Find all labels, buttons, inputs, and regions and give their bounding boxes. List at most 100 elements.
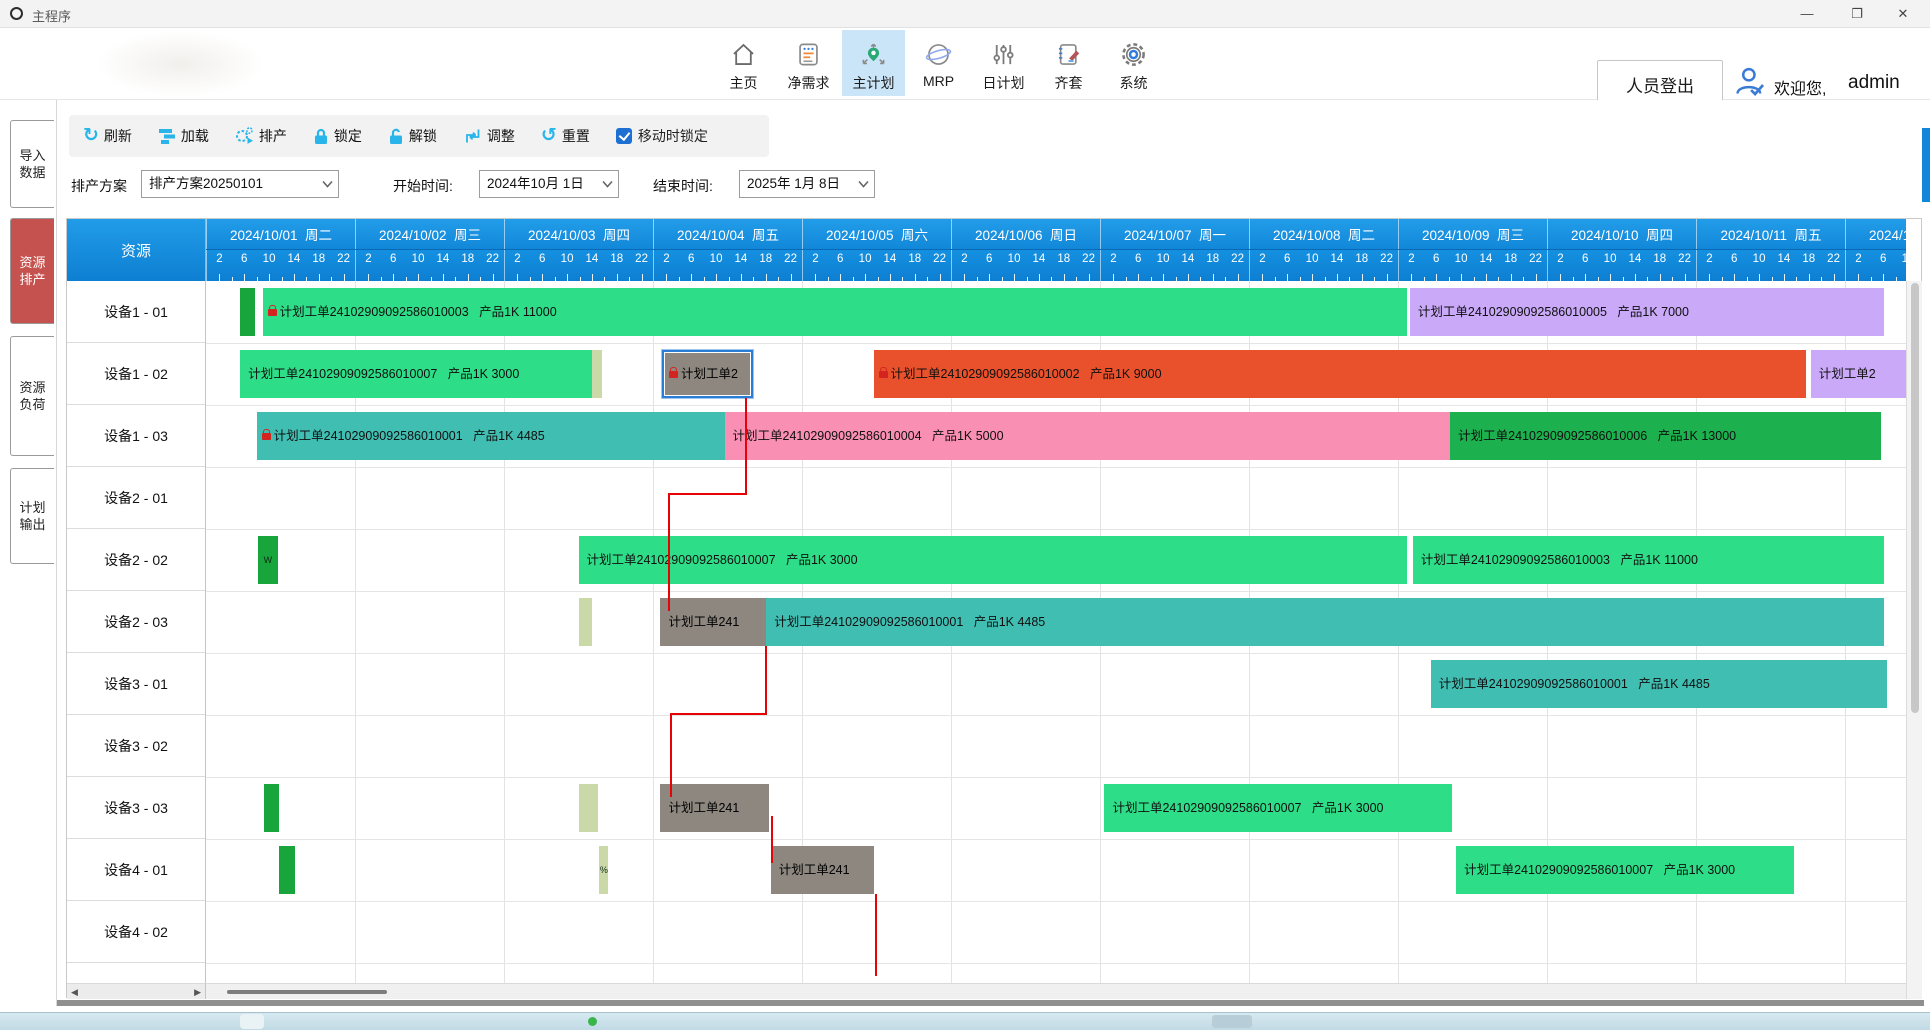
nav-item-masterplan[interactable]: 主计划 — [842, 30, 905, 96]
hour-label: 10 — [1306, 253, 1319, 265]
refresh-button[interactable]: ↻刷新 — [83, 126, 132, 146]
task-bar[interactable]: 计划工单24102909092586010007 产品1K 3000 — [1104, 784, 1451, 832]
reset-button[interactable]: ↺重置 — [541, 126, 590, 146]
nav-item-mrp[interactable]: MRP — [907, 30, 970, 96]
task-bar[interactable]: 计划工单24102909092586010006 产品1K 13000 — [1450, 412, 1881, 460]
load-button[interactable]: 加载 — [158, 126, 209, 146]
locked-icon — [879, 371, 888, 378]
task-bar[interactable]: 计划工单24102909092586010003 产品1K 11000 — [1413, 536, 1884, 584]
maximize-button[interactable]: ❐ — [1834, 0, 1880, 28]
task-bar[interactable]: 计划工单24102909092586010004 产品1K 5000 — [725, 412, 1451, 460]
task-bar-label: 计划工单24102909092586010007 产品1K 3000 — [1112, 801, 1383, 815]
task-bar[interactable]: 计划工单24102909092586010001 产品1K 4485 — [257, 412, 725, 460]
produce-button[interactable]: 排产 — [235, 126, 287, 146]
task-bar[interactable]: 计划工单24102909092586010002 产品1K 9000 — [874, 350, 1807, 398]
nav-item-home[interactable]: 主页 — [712, 30, 775, 96]
collapsed-panel-tab[interactable] — [1922, 128, 1930, 202]
hour-label: 2 — [1706, 253, 1712, 265]
task-bar[interactable]: 计划工单2 — [1811, 350, 1906, 398]
end-time-select[interactable]: 2025年 1月 8日 — [739, 170, 875, 198]
resource-row-label: 设备4 - 02 — [67, 901, 205, 963]
vertical-scrollbar[interactable] — [1906, 281, 1922, 999]
task-bar[interactable]: 计划工单24102909092586010007 产品1K 3000 — [579, 536, 1407, 584]
scroll-right-icon[interactable]: ▶ — [194, 985, 201, 999]
task-bar[interactable] — [264, 784, 279, 832]
hour-label: 14 — [586, 253, 599, 265]
day-header: 2024/10/10 周四 — [1547, 219, 1696, 249]
sidebar-tab-3[interactable]: 资源 负荷 — [10, 336, 54, 456]
lock-on-move-checkbox[interactable] — [616, 128, 632, 144]
horizontal-scrollbar-thumb[interactable] — [227, 990, 387, 994]
start-time-label: 开始时间: — [393, 176, 453, 196]
task-bar[interactable]: 计划工单241 — [771, 846, 874, 894]
task-bar[interactable]: 计划工单241 — [660, 784, 769, 832]
resource-row-label: 设备3 - 03 — [67, 777, 205, 839]
nav-item-netreq[interactable]: 净需求 — [777, 30, 840, 96]
resource-horizontal-scrollbar[interactable]: ◀ ▶ — [67, 983, 206, 999]
hour-label: 22 — [933, 253, 946, 265]
task-bar-selected[interactable]: 计划工单2 — [662, 350, 753, 398]
task-bar-label: W — [264, 555, 273, 565]
start-time-select[interactable]: 2024年10月 1日 — [479, 170, 619, 198]
task-bar[interactable]: 计划工单24102909092586010001 产品1K 4485 — [1431, 660, 1887, 708]
close-button[interactable]: ✕ — [1880, 0, 1926, 28]
day-header: 2024/10/04 周五 — [653, 219, 802, 249]
task-bar[interactable] — [592, 350, 602, 398]
tick-mark — [368, 274, 369, 281]
hour-label: 14 — [1182, 253, 1195, 265]
tick-mark — [567, 274, 568, 281]
taskbar-item — [1212, 1015, 1252, 1028]
task-bar[interactable]: 计划工单24102909092586010001 产品1K 4485 — [766, 598, 1884, 646]
hour-label: 18 — [1355, 253, 1368, 265]
tick-mark — [1039, 274, 1040, 281]
lock-button[interactable]: 锁定 — [313, 126, 362, 146]
sidebar-tab-2[interactable]: 资源 排产 — [10, 218, 54, 324]
tick-mark — [1064, 274, 1065, 281]
sidebar-tab-1[interactable]: 导入 数据 — [10, 120, 54, 208]
locked-icon — [268, 309, 277, 316]
tick-mark — [1734, 274, 1735, 281]
logo-watermark — [95, 31, 265, 97]
unlock-button[interactable]: 解锁 — [388, 126, 437, 146]
task-bar[interactable]: W — [258, 536, 277, 584]
tick-mark — [344, 274, 345, 281]
task-bar[interactable] — [279, 846, 295, 894]
nav-item-system[interactable]: 系统 — [1102, 30, 1165, 96]
minimize-button[interactable]: — — [1784, 0, 1830, 28]
task-bar[interactable]: 计划工单24102909092586010007 产品1K 3000 — [240, 350, 592, 398]
hour-tick-cell: 2610141822 — [504, 250, 653, 281]
task-bar-label: 计划工单24102909092586010007 产品1K 3000 — [587, 553, 858, 567]
task-bar[interactable]: 计划工单241 — [660, 598, 766, 646]
tick-mark — [1089, 274, 1090, 281]
task-bar[interactable] — [579, 784, 598, 832]
date-header-row: 2024/10/01 周二2024/10/02 周三2024/10/03 周四2… — [206, 219, 1906, 249]
task-bar[interactable]: 计划工单24102909092586010007 产品1K 3000 — [1456, 846, 1794, 894]
horizontal-scrollbar[interactable] — [206, 983, 1906, 999]
hour-tick-cell: 2610141822 — [1547, 250, 1696, 281]
vertical-scrollbar-thumb[interactable] — [1911, 283, 1919, 713]
task-bar[interactable] — [240, 288, 255, 336]
hour-label: 10 — [263, 253, 276, 265]
nav-item-dayplan[interactable]: 日计划 — [972, 30, 1035, 96]
scroll-left-icon[interactable]: ◀ — [71, 985, 78, 999]
adjust-button[interactable]: 调整 — [463, 126, 515, 146]
task-bar[interactable] — [579, 598, 592, 646]
tick-mark — [840, 274, 841, 281]
gantt-body: 计划工单24102909092586010003 产品1K 11000计划工单2… — [206, 281, 1906, 983]
app-icon — [10, 7, 23, 20]
task-bar[interactable]: 计划工单24102909092586010003 产品1K 11000 — [263, 288, 1407, 336]
hour-tick-cell: 2610141822 — [653, 250, 802, 281]
task-bar[interactable]: % — [599, 846, 608, 894]
day-header: 2024/10/11 周五 — [1696, 219, 1845, 249]
hour-label: 2 — [1110, 253, 1116, 265]
task-bar[interactable]: 计划工单24102909092586010005 产品1K 7000 — [1410, 288, 1884, 336]
nav-item-kitting[interactable]: 齐套 — [1037, 30, 1100, 96]
end-time-label: 结束时间: — [653, 176, 713, 196]
hour-label: 10 — [859, 253, 872, 265]
plan-select[interactable]: 排产方案20250101 — [141, 170, 339, 198]
tick-mark — [219, 274, 220, 281]
hour-label: 6 — [1433, 253, 1439, 265]
dayplan-icon — [990, 36, 1017, 72]
sidebar-tab-4[interactable]: 计划 输出 — [10, 468, 54, 564]
tick-mark — [940, 274, 941, 281]
